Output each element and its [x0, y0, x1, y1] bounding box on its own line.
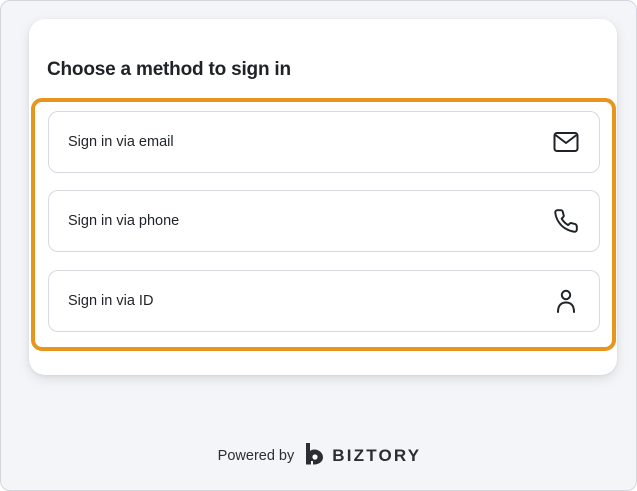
user-icon [552, 287, 580, 315]
signin-title: Choose a method to sign in [47, 59, 291, 80]
signin-phone-label: Sign in via phone [68, 213, 180, 229]
powered-by-footer: Powered by BIZTORY [1, 441, 637, 470]
powered-by-text: Powered by [217, 447, 295, 464]
signin-card: Choose a method to sign in Sign in via e… [29, 19, 617, 375]
page-background: Choose a method to sign in Sign in via e… [0, 0, 637, 491]
signin-email-button[interactable]: Sign in via email [48, 111, 600, 173]
signin-id-label: Sign in via ID [68, 293, 154, 309]
biztory-logo-icon [302, 441, 326, 470]
signin-id-button[interactable]: Sign in via ID [48, 270, 600, 332]
brand-name: BIZTORY [332, 445, 422, 465]
phone-icon [552, 207, 580, 235]
mail-icon [552, 128, 580, 156]
brand-logo[interactable]: BIZTORY [302, 441, 421, 470]
signin-methods-highlight: Sign in via email Sign in via phone Sign… [31, 98, 616, 351]
signin-email-label: Sign in via email [68, 134, 174, 150]
signin-phone-button[interactable]: Sign in via phone [48, 190, 600, 252]
